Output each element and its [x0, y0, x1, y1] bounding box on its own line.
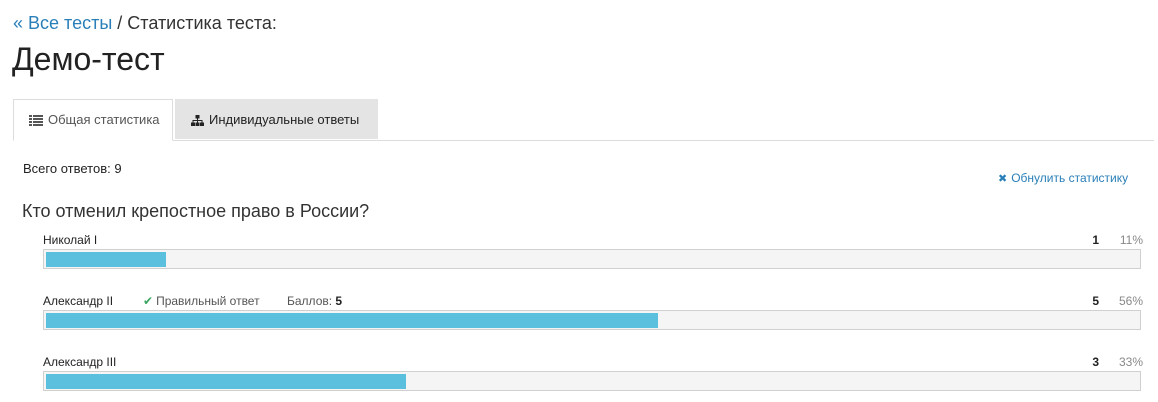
tab-individual-answers-label: Индивидуальные ответы: [209, 112, 360, 127]
breadcrumb: « Все тесты / Статистика теста:: [13, 12, 277, 34]
reset-statistics-button[interactable]: ✖ Обнулить статистику: [998, 171, 1128, 187]
breadcrumb-separator: /: [112, 13, 128, 33]
checkmark-icon: ✔: [143, 294, 154, 308]
total-answers-count: Всего ответов: 9: [23, 161, 122, 176]
answer-label: Александр III: [43, 355, 117, 369]
question-text: Кто отменил крепостное право в России?: [22, 201, 370, 221]
page-title: Демо-тест: [12, 41, 165, 77]
reset-statistics-label: Обнулить статистику: [1011, 171, 1129, 185]
answer-label: Николай I: [43, 233, 98, 247]
correct-answer-badge: ✔ Правильный ответ: [143, 294, 260, 308]
list-icon: [29, 115, 43, 127]
answer-progress-fill: [46, 313, 658, 328]
answer-percent: 11%: [1119, 233, 1143, 247]
answer-row: Николай I 1 11%: [43, 233, 1143, 273]
correct-answer-label: Правильный ответ: [156, 294, 260, 308]
answer-progress-fill: [46, 374, 406, 389]
answer-progress-track: [43, 249, 1141, 269]
tab-general-statistics-label: Общая статистика: [48, 112, 160, 127]
score-caption: Баллов:: [287, 294, 333, 308]
answer-row: Александр II ✔ Правильный ответ Баллов: 5…: [43, 294, 1143, 334]
answer-progress-fill: [46, 252, 166, 267]
answer-percent: 56%: [1118, 294, 1143, 308]
answer-row: Александр III 3 33%: [43, 355, 1143, 395]
tab-bar: Общая статистика Индивидуальные ответы: [13, 99, 1154, 141]
sitemap-icon: [191, 114, 204, 127]
tab-general-statistics[interactable]: Общая статистика: [13, 99, 173, 141]
answer-progress-track: [43, 310, 1141, 330]
answer-count: 3: [1092, 355, 1099, 369]
answer-count: 5: [1092, 294, 1099, 308]
answer-label: Александр II: [43, 294, 114, 308]
tab-individual-answers[interactable]: Индивидуальные ответы: [175, 99, 378, 139]
close-icon: ✖: [998, 173, 1008, 185]
score-label: Баллов: 5: [287, 294, 342, 308]
answer-percent: 33%: [1118, 355, 1143, 369]
breadcrumb-current: Статистика теста:: [127, 13, 277, 33]
back-to-all-tests-link[interactable]: « Все тесты: [13, 13, 112, 33]
score-value: 5: [335, 294, 343, 308]
answer-progress-track: [43, 371, 1141, 391]
answer-count: 1: [1092, 233, 1099, 247]
